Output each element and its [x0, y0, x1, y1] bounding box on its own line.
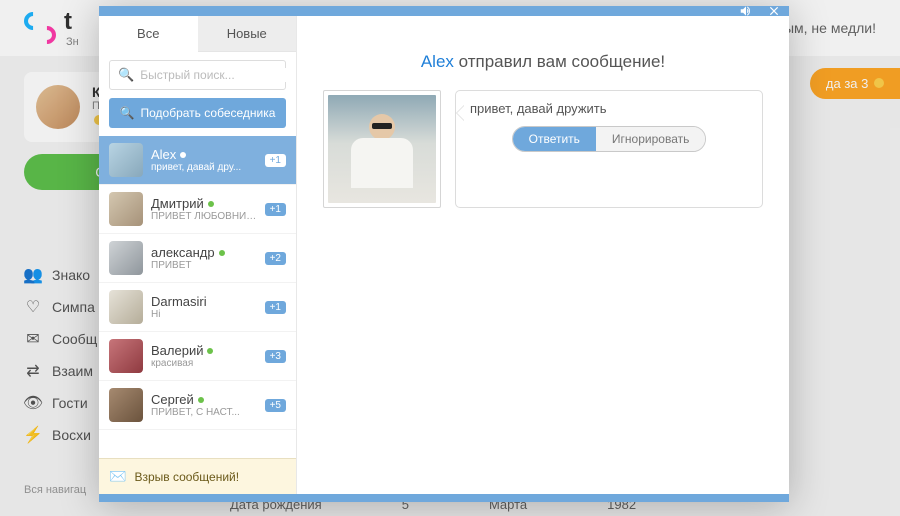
envelope-icon: ✉️ [109, 468, 126, 485]
modal-titlebar [99, 6, 789, 16]
sender-name: Alex [421, 52, 454, 71]
chat-name: Дмитрий [151, 196, 257, 211]
chat-name: александр [151, 245, 257, 260]
modal-bottombar [99, 494, 789, 502]
unread-badge: +1 [265, 301, 286, 314]
chat-item[interactable]: DarmasiriHi +1 [99, 283, 296, 332]
reply-button[interactable]: Ответить [513, 127, 596, 151]
sender-avatar[interactable] [323, 90, 441, 208]
tab-new[interactable]: Новые [198, 16, 297, 52]
chat-name: Валерий [151, 343, 257, 358]
chat-list[interactable]: Alex привет, давай дру...+1Дмитрий Приве… [99, 136, 296, 458]
chat-preview: красивая [151, 358, 257, 369]
header-suffix: отправил вам сообщение! [459, 52, 666, 71]
tab-all[interactable]: Все [99, 16, 198, 52]
match-button[interactable]: 🔍 Подобрать собеседника [109, 98, 286, 128]
ignore-button[interactable]: Игнорировать [596, 127, 705, 151]
sidebar-tabs: Все Новые [99, 16, 296, 52]
search-input[interactable] [140, 68, 295, 82]
online-dot [180, 152, 186, 158]
chat-preview: Hi [151, 309, 257, 320]
chat-name: Alex [151, 147, 257, 162]
unread-badge: +2 [265, 252, 286, 265]
search-icon: 🔍 [118, 67, 134, 83]
online-dot [208, 201, 214, 207]
chat-preview: привет, давай дру... [151, 162, 257, 173]
chat-preview: ПРИВЕТ, С НАСТ... [151, 407, 257, 418]
chat-avatar [109, 241, 143, 275]
message-header: Alex отправил вам сообщение! [421, 52, 665, 72]
message-main: Alex отправил вам сообщение! привет, дав… [297, 16, 789, 494]
unread-badge: +1 [265, 203, 286, 216]
chat-avatar [109, 192, 143, 226]
search-icon: 🔍 [120, 106, 135, 120]
action-pill: Ответить Игнорировать [512, 126, 707, 152]
chat-item[interactable]: александр Привет +2 [99, 234, 296, 283]
unread-badge: +3 [265, 350, 286, 363]
chat-item[interactable]: Дмитрий Привет любовник ... +1 [99, 185, 296, 234]
search-box[interactable]: 🔍 [109, 60, 286, 90]
chat-avatar [109, 388, 143, 422]
messages-modal: Все Новые 🔍 🔍 Подобрать собеседника Alex… [99, 6, 789, 502]
unread-badge: +1 [265, 154, 286, 167]
message-bubble: привет, давай дружить Ответить Игнориров… [455, 90, 763, 208]
chat-avatar [109, 339, 143, 373]
online-dot [219, 250, 225, 256]
chat-name: Darmasiri [151, 294, 257, 309]
chat-item[interactable]: Alex привет, давай дру... +1 [99, 136, 296, 185]
chat-item[interactable]: Валерий красивая +3 [99, 332, 296, 381]
chat-name: Сергей [151, 392, 257, 407]
unread-badge: +5 [265, 399, 286, 412]
chat-preview: Привет [151, 260, 257, 271]
chat-avatar [109, 143, 143, 177]
chat-avatar [109, 290, 143, 324]
sidebar-footer[interactable]: ✉️ Взрыв сообщений! [99, 458, 296, 494]
online-dot [207, 348, 213, 354]
chat-preview: Привет любовник ... [151, 211, 257, 222]
online-dot [198, 397, 204, 403]
chat-item[interactable]: Сергей ПРИВЕТ, С НАСТ... +5 [99, 381, 296, 430]
message-text: привет, давай дружить [470, 101, 748, 116]
chat-sidebar: Все Новые 🔍 🔍 Подобрать собеседника Alex… [99, 16, 297, 494]
